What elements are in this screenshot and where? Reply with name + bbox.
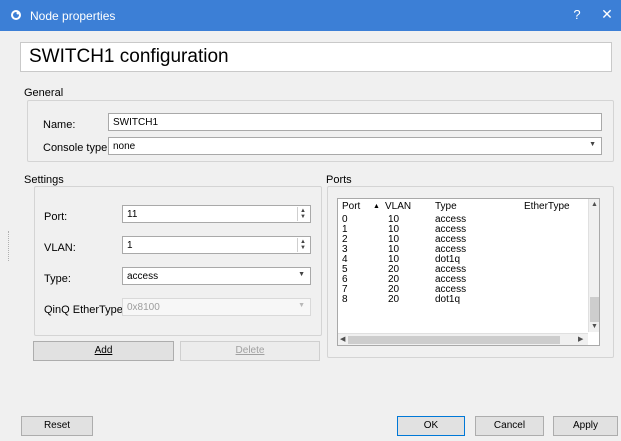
- cancel-button[interactable]: Cancel: [475, 416, 544, 436]
- window-title: Node properties: [30, 9, 116, 23]
- vertical-scroll-thumb[interactable]: [590, 297, 599, 322]
- vlan-value: 1: [127, 240, 133, 251]
- gns3-icon: [11, 10, 21, 20]
- settings-group-label: Settings: [24, 174, 64, 186]
- scroll-down-icon[interactable]: ▼: [591, 323, 598, 330]
- cell-port: 8: [342, 294, 348, 305]
- table-row[interactable]: 6 20 access: [338, 274, 588, 285]
- port-label: Port:: [44, 211, 68, 223]
- vlan-stepper[interactable]: ▲ ▼: [297, 238, 309, 252]
- scroll-up-icon[interactable]: ▲: [591, 201, 598, 208]
- table-row[interactable]: 1 10 access: [338, 224, 588, 235]
- delete-button: Delete: [180, 341, 320, 361]
- cell-vlan: 20: [388, 294, 400, 305]
- horizontal-scrollbar[interactable]: ◀ ▶: [338, 333, 588, 345]
- ports-group-label: Ports: [326, 174, 352, 186]
- page-title: SWITCH1 configuration: [29, 46, 229, 67]
- scroll-right-icon[interactable]: ▶: [578, 335, 583, 343]
- vlan-spinbox[interactable]: 1 ▲ ▼: [122, 236, 311, 254]
- table-row[interactable]: 5 20 access: [338, 264, 588, 275]
- vlan-label: VLAN:: [44, 242, 76, 254]
- chevron-down-icon: ▼: [589, 141, 596, 148]
- table-row[interactable]: 3 10 access: [338, 244, 588, 255]
- ok-button[interactable]: OK: [397, 416, 465, 436]
- name-label: Name:: [43, 119, 76, 131]
- table-row[interactable]: 7 20 access: [338, 284, 588, 295]
- column-header-type[interactable]: Type: [435, 201, 457, 212]
- general-group-label: General: [24, 87, 64, 99]
- vertical-scrollbar[interactable]: ▲ ▼: [588, 199, 599, 332]
- column-header-vlan[interactable]: VLAN: [385, 201, 411, 212]
- config-header: SWITCH1 configuration: [20, 42, 612, 72]
- reset-button[interactable]: Reset: [21, 416, 93, 436]
- console-type-select[interactable]: none ▼: [108, 137, 602, 155]
- title-bar: Node properties ? ✕: [0, 0, 621, 31]
- column-header-ethertype[interactable]: EtherType: [524, 201, 570, 212]
- console-type-value: none: [113, 141, 136, 152]
- port-spinbox[interactable]: 11 ▲ ▼: [122, 205, 311, 223]
- horizontal-scroll-thumb[interactable]: [348, 336, 560, 344]
- add-button[interactable]: Add: [33, 341, 174, 361]
- chevron-down-icon: ▼: [298, 271, 305, 278]
- apply-button[interactable]: Apply: [553, 416, 618, 436]
- type-value: access: [127, 271, 159, 282]
- type-label: Type:: [44, 273, 71, 285]
- type-select[interactable]: access ▼: [122, 267, 311, 285]
- delete-button-label: Delete: [235, 345, 265, 356]
- qinq-ethertype-label: QinQ EtherType:: [44, 304, 126, 316]
- dialog-body: SWITCH1 configuration General Name: SWIT…: [0, 31, 621, 441]
- chevron-down-icon: ▼: [298, 302, 305, 309]
- scroll-left-icon[interactable]: ◀: [340, 335, 345, 343]
- name-field[interactable]: SWITCH1: [108, 113, 602, 131]
- column-header-port[interactable]: Port: [342, 201, 360, 212]
- close-icon[interactable]: ✕: [600, 6, 614, 23]
- console-type-label: Console type:: [43, 142, 111, 154]
- table-row[interactable]: 0 10 access: [338, 214, 588, 225]
- sort-ascending-icon: ▲: [373, 203, 380, 210]
- qinq-ethertype-select: 0x8100 ▼: [122, 298, 311, 316]
- help-button[interactable]: ?: [570, 7, 584, 22]
- port-value: 11: [127, 209, 138, 220]
- ports-table[interactable]: Port ▲ VLAN Type EtherType 0 10 access 1 10 a…: [337, 198, 600, 346]
- qinq-ethertype-value: 0x8100: [127, 302, 160, 313]
- table-row[interactable]: 2 10 access: [338, 234, 588, 245]
- table-row[interactable]: 8 20 dot1q: [338, 294, 588, 305]
- port-stepper[interactable]: ▲ ▼: [297, 207, 309, 221]
- add-button-label: Add: [94, 345, 113, 356]
- table-row[interactable]: 4 10 dot1q: [338, 254, 588, 265]
- resize-edge: [8, 231, 10, 261]
- cell-type: dot1q: [435, 294, 461, 305]
